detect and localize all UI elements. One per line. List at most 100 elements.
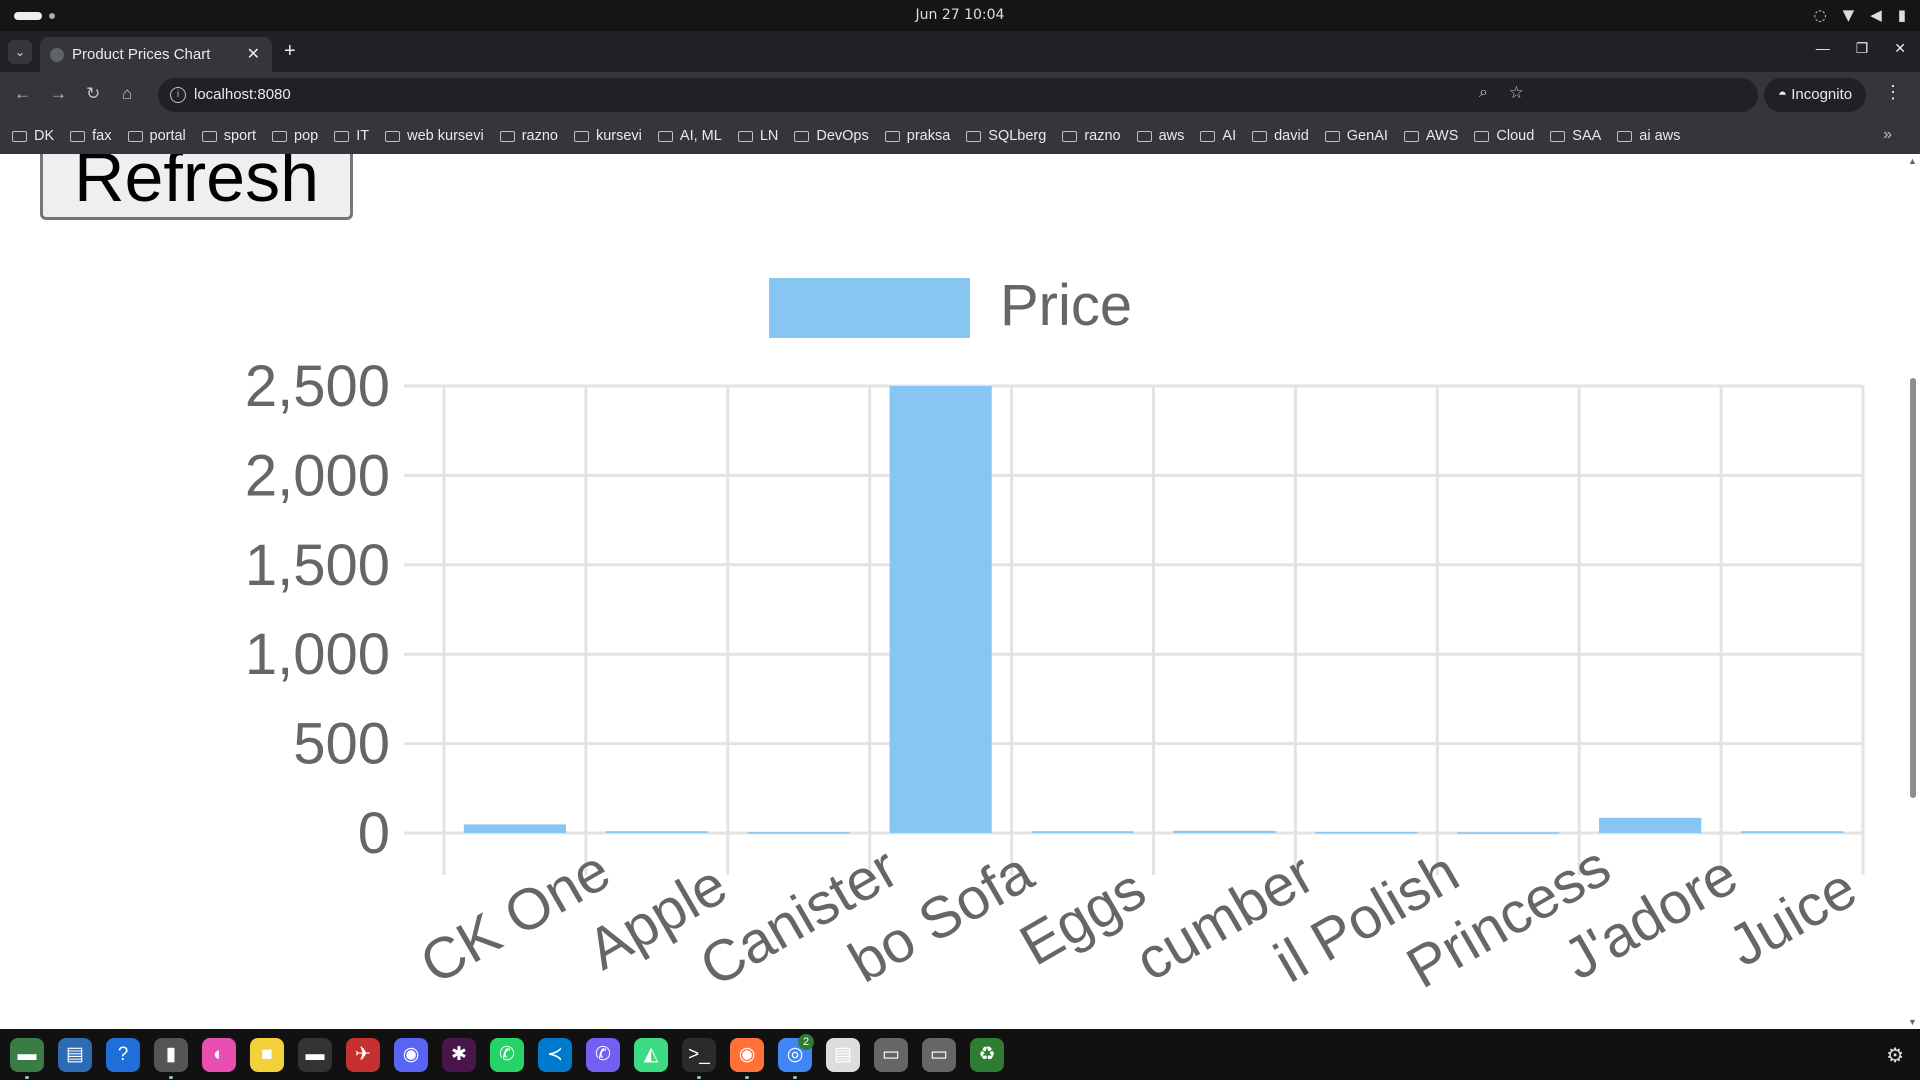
legend-swatch-price [769, 278, 970, 338]
tab-search-button[interactable]: ⌄ [8, 40, 32, 64]
tab-product-prices-chart[interactable]: Product Prices Chart ✕ [40, 37, 272, 72]
folder-icon [657, 130, 673, 142]
incognito-icon: ◓ [1778, 86, 1792, 103]
folder-icon [385, 130, 401, 142]
bookmark-folder[interactable]: GenAI [1324, 128, 1388, 144]
bookmark-folder[interactable]: SQLberg [966, 128, 1046, 144]
bookmark-label: AI, ML [679, 128, 722, 144]
bookmark-folder[interactable]: razno [1062, 128, 1121, 144]
bookmark-folder[interactable]: ai aws [1617, 128, 1680, 144]
bookmark-folder[interactable]: Cloud [1474, 128, 1534, 144]
bookmark-label: DK [34, 128, 55, 144]
bookmark-folder[interactable]: IT [334, 128, 369, 144]
bookmarks-bar: DK fax portal sport pop IT web kursevi razno kur… [0, 118, 1920, 154]
scroll-down-arrow[interactable]: ▼ [1908, 1017, 1917, 1027]
volume-icon[interactable]: ◀ [1870, 6, 1882, 24]
trash-icon[interactable]: ♻ [970, 1038, 1004, 1072]
bookmark-folder[interactable]: SAA [1550, 128, 1601, 144]
bookmark-folder[interactable]: AWS [1403, 128, 1458, 144]
battery-icon[interactable]: ▮ [1898, 6, 1906, 24]
docs-icon[interactable]: ▤ [58, 1038, 92, 1072]
vscode-icon[interactable]: ≺ [538, 1038, 572, 1072]
system-clock[interactable]: Jun 27 10:04 [0, 7, 1920, 23]
address-bar[interactable]: i localhost:8080 ⌕ ☆ [158, 78, 1758, 112]
url-text[interactable]: localhost:8080 [194, 86, 291, 103]
wifi-icon[interactable]: ▼ [1843, 6, 1855, 24]
help-icon[interactable]: ? [106, 1038, 140, 1072]
browser-menu-icon[interactable]: ⋮ [1884, 82, 1902, 103]
bookmark-folder[interactable]: david [1252, 128, 1309, 144]
sticky-notes-icon[interactable]: ■ [250, 1038, 284, 1072]
minimize-icon[interactable]: — [1816, 40, 1830, 57]
bookmark-folder[interactable]: praksa [884, 128, 951, 144]
folder-icon [1252, 130, 1268, 142]
bookmark-folder[interactable]: LN [737, 128, 778, 144]
page-scrollbar[interactable]: ▲ ▼ [1906, 154, 1920, 1029]
folder-icon [1136, 130, 1152, 142]
app-grid-icon[interactable]: ⚙ [1886, 1043, 1904, 1068]
bookmark-label: praksa [906, 128, 951, 144]
slack-icon[interactable]: ✱ [442, 1038, 476, 1072]
notes-icon[interactable]: ▮ [154, 1038, 188, 1072]
ssd-icon[interactable]: ▭ [874, 1038, 908, 1072]
close-tab-icon[interactable]: ✕ [247, 44, 260, 64]
y-tick-label: 2,000 [245, 443, 390, 508]
bar-price [889, 386, 992, 833]
x-tick-label: CK One [410, 837, 621, 996]
restore-icon[interactable]: ❐ [1856, 40, 1869, 57]
bookmark-label: sport [223, 128, 257, 144]
bar-price [1173, 830, 1276, 833]
bookmark-label: web kursevi [407, 128, 484, 144]
home-icon[interactable]: ⌂ [122, 84, 132, 104]
files-icon[interactable]: ▬ [10, 1038, 44, 1072]
bookmark-folder[interactable]: DK [12, 128, 54, 144]
whatsapp-tray-icon[interactable]: ◌ [1814, 6, 1827, 24]
bookmark-folder[interactable]: AI, ML [657, 128, 722, 144]
site-info-icon[interactable]: i [170, 87, 186, 103]
whatsapp-icon[interactable]: ✆ [490, 1038, 524, 1072]
discord-icon[interactable]: ◉ [394, 1038, 428, 1072]
scrollbar-thumb[interactable] [1910, 378, 1916, 798]
bookmark-folder[interactable]: razno [499, 128, 558, 144]
bookmark-folder[interactable]: fax [70, 128, 112, 144]
bookmark-star-icon[interactable]: ☆ [1509, 83, 1524, 103]
zoom-icon[interactable]: ⌕ [1479, 84, 1488, 102]
scroll-up-arrow[interactable]: ▲ [1908, 156, 1917, 166]
new-tab-button[interactable]: + [284, 40, 296, 63]
color-picker-icon[interactable]: ◐ [202, 1038, 236, 1072]
running-indicator [745, 1076, 749, 1079]
bookmark-label: razno [521, 128, 558, 144]
bookmark-folder[interactable]: sport [201, 128, 257, 144]
bookmark-label: kursevi [595, 128, 642, 144]
game-icon[interactable]: ✈ [346, 1038, 380, 1072]
bookmark-folder[interactable]: kursevi [573, 128, 642, 144]
bookmark-folder[interactable]: aws [1136, 128, 1184, 144]
close-window-icon[interactable]: ✕ [1894, 40, 1906, 57]
terminal-icon[interactable]: >_ [682, 1038, 716, 1072]
bookmark-folder[interactable]: DevOps [794, 128, 869, 144]
reload-icon[interactable]: ↻ [86, 84, 100, 104]
bookmark-folder[interactable]: web kursevi [385, 128, 484, 144]
terminal-app-icon[interactable]: ▬ [298, 1038, 332, 1072]
viber-icon[interactable]: ✆ [586, 1038, 620, 1072]
folder-icon [201, 130, 217, 142]
more-bookmarks-icon[interactable]: » [1883, 126, 1892, 144]
refresh-button[interactable]: Refresh [40, 154, 353, 220]
bookmark-folder[interactable]: pop [272, 128, 318, 144]
bookmark-folder[interactable]: AI [1200, 128, 1236, 144]
incognito-indicator[interactable]: ◓ Incognito [1764, 78, 1867, 112]
bookmark-label: portal [149, 128, 186, 144]
firefox-icon[interactable]: ◉ [730, 1038, 764, 1072]
document-viewer-icon[interactable]: ▤ [826, 1038, 860, 1072]
folder-icon [334, 130, 350, 142]
ssd-icon[interactable]: ▭ [922, 1038, 956, 1072]
forward-icon[interactable]: → [50, 84, 67, 104]
android-studio-icon[interactable]: ◭ [634, 1038, 668, 1072]
folder-icon [1062, 130, 1078, 142]
y-tick-label: 1,000 [245, 622, 390, 687]
bar-price [1740, 831, 1844, 833]
folder-icon [499, 130, 515, 142]
back-icon[interactable]: ← [14, 84, 31, 104]
bookmark-folder[interactable]: portal [127, 128, 186, 144]
system-tray[interactable]: ◌ ▼ ◀ ▮ [1814, 6, 1906, 24]
